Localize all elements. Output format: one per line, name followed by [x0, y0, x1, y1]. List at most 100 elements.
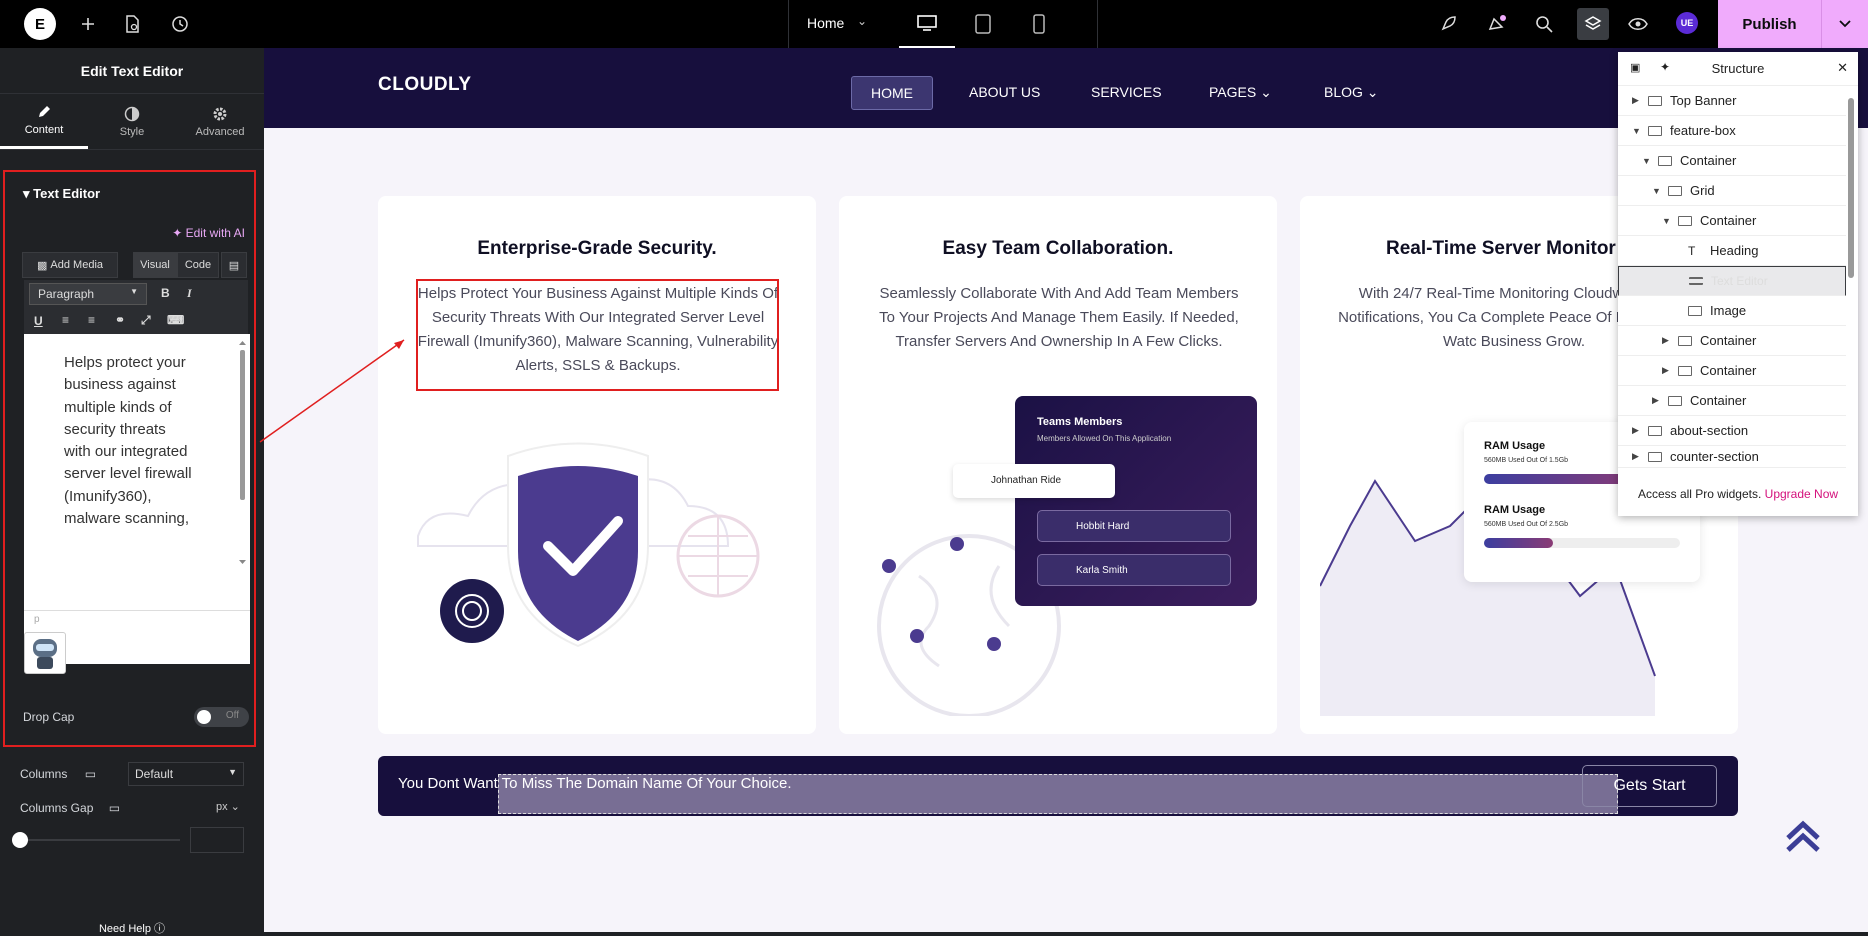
upgrade-link[interactable]: Upgrade Now [1765, 487, 1838, 501]
rocket-icon[interactable] [1436, 12, 1460, 36]
chevron-down-icon: ⌄ [1366, 84, 1379, 100]
member-row[interactable]: Karla Smith [1037, 554, 1231, 586]
tab-advanced[interactable]: Advanced [176, 94, 264, 149]
formatting-toolbar: Paragraph ▼ B I U ≡ ≡ ⚭ ⤢ ⌨ [24, 280, 248, 334]
preview-eye-icon[interactable] [1626, 12, 1650, 36]
tab-style-label: Style [119, 125, 145, 138]
user-avatar-icon[interactable]: UE [1676, 12, 1698, 34]
tablet-view-icon[interactable] [955, 0, 1011, 48]
scroll-to-top-icon[interactable] [1786, 818, 1820, 858]
desktop-view-icon[interactable] [899, 0, 955, 48]
collapse-all-icon[interactable]: ▣ [1630, 61, 1640, 74]
ram-detail: 560MB Used Out Of 2.5Gb [1484, 521, 1569, 528]
text-editor-section: ▾ Text Editor ✦ Edit with AI ▩ Add Media… [3, 170, 256, 747]
structure-layers-icon[interactable] [1577, 8, 1609, 40]
structure-item-label: about-section [1670, 423, 1749, 438]
editor-scrollbar[interactable] [238, 340, 247, 565]
panel-title: Edit Text Editor [0, 48, 264, 94]
paragraph-format-select[interactable]: Paragraph ▼ [29, 283, 147, 305]
gap-slider-handle[interactable] [12, 832, 28, 848]
site-logo[interactable]: CLOUDLY [378, 74, 472, 96]
structure-scrollbar[interactable] [1847, 88, 1855, 474]
toolbar-toggle-icon[interactable]: ▤ [221, 252, 247, 278]
columns-value: Default [135, 767, 174, 781]
member-row[interactable]: Johnathan Ride [953, 464, 1115, 498]
add-icon[interactable] [76, 12, 100, 36]
card-heading[interactable]: Easy Team Collaboration. [839, 238, 1277, 260]
whats-new-icon[interactable] [1485, 12, 1509, 36]
numbered-list-icon[interactable]: ≡ [88, 313, 95, 327]
panel-tabs: Content Style Advanced [0, 94, 264, 150]
history-icon[interactable] [168, 12, 192, 36]
nav-pages[interactable]: PAGES ⌄ [1209, 84, 1272, 101]
add-media-button[interactable]: ▩ Add Media [22, 252, 118, 278]
structure-item[interactable]: ▶ Container [1618, 356, 1846, 386]
structure-item[interactable]: ▶ counter-section [1618, 446, 1846, 468]
visual-tab[interactable]: Visual [133, 252, 177, 278]
card-text[interactable]: Seamlessly Collaborate With And Add Team… [873, 282, 1245, 354]
need-help-label: Need Help [98, 923, 151, 935]
responsive-desktop-icon[interactable]: ▭ [109, 801, 120, 815]
paragraph-format-value: Paragraph [38, 287, 95, 301]
keyboard-icon[interactable]: ⌨ [167, 313, 184, 327]
tab-content[interactable]: Content [0, 94, 88, 149]
need-help-link[interactable]: Need Help ⓘ [0, 920, 264, 936]
nav-about[interactable]: ABOUT US [969, 84, 1040, 100]
columns-select[interactable]: Default ▼ [128, 762, 244, 786]
banner-text[interactable]: You Dont Want To Miss The Domain Name Of… [398, 775, 792, 792]
edit-with-ai-label: Edit with AI [185, 226, 245, 240]
section-title[interactable]: ▾ Text Editor [23, 186, 100, 202]
unit-select[interactable]: px ⌄ [216, 800, 240, 813]
nav-services[interactable]: SERVICES [1091, 84, 1162, 100]
structure-item-selected[interactable]: Text Editor [1618, 266, 1846, 296]
structure-item[interactable]: ▶ Container [1618, 386, 1846, 416]
structure-item[interactable]: ▶ Container [1618, 326, 1846, 356]
structure-item[interactable]: ▼ feature-box [1618, 116, 1846, 146]
structure-item[interactable]: T Heading [1618, 236, 1846, 266]
publish-options-chevron-icon[interactable] [1821, 0, 1868, 48]
gap-slider-track[interactable] [20, 839, 180, 841]
page-settings-icon[interactable] [120, 12, 144, 36]
edit-with-ai-link[interactable]: ✦ Edit with AI [172, 226, 245, 240]
editor-content[interactable]: Helps protect your business against mult… [64, 352, 194, 530]
structure-item[interactable]: ▼ Container [1618, 206, 1846, 236]
responsive-desktop-icon[interactable]: ▭ [85, 767, 96, 781]
link-icon[interactable]: ⚭ [115, 313, 125, 327]
code-tab[interactable]: Code [177, 252, 219, 278]
member-row[interactable]: Hobbit Hard [1037, 510, 1231, 542]
bold-icon[interactable]: B [161, 286, 170, 300]
structure-item[interactable]: ▶ Top Banner [1618, 86, 1846, 116]
underline-icon[interactable]: U [34, 314, 43, 328]
close-icon[interactable]: ✕ [1837, 60, 1848, 76]
robot-avatar-icon[interactable] [24, 632, 66, 674]
italic-icon[interactable]: I [187, 286, 192, 301]
publish-button[interactable]: Publish [1718, 0, 1821, 48]
mobile-view-icon[interactable] [1011, 0, 1067, 48]
ai-sparkle-icon[interactable]: ✦ [1660, 60, 1670, 74]
get-started-button[interactable]: Gets Start [1582, 765, 1717, 807]
toggle-state: Off [225, 710, 239, 721]
structure-item[interactable]: ▼ Grid [1618, 176, 1846, 206]
nav-blog-label: BLOG [1324, 84, 1363, 100]
fullscreen-icon[interactable]: ⤢ [141, 313, 151, 328]
rich-text-editor[interactable]: Helps protect your business against mult… [24, 334, 250, 664]
card-heading[interactable]: Enterprise-Grade Security. [378, 238, 816, 260]
team-title: Teams Members [1037, 416, 1123, 428]
elementor-logo[interactable]: E [24, 8, 56, 40]
bullet-list-icon[interactable]: ≡ [62, 313, 69, 327]
toggle-knob [197, 710, 211, 724]
structure-item[interactable]: Image [1618, 296, 1846, 326]
tab-style[interactable]: Style [88, 94, 176, 149]
unit-value: px [216, 801, 228, 813]
top-bar: E Home ⌄ UE Publish [0, 0, 1868, 48]
drop-cap-toggle[interactable]: Off [194, 707, 249, 727]
annotation-arrow [259, 339, 405, 443]
columns-label: Columns ▭ [20, 767, 96, 781]
structure-item-label: Top Banner [1670, 93, 1737, 108]
nav-home[interactable]: HOME [851, 76, 933, 110]
structure-item[interactable]: ▶ about-section [1618, 416, 1846, 446]
gap-input[interactable] [190, 827, 244, 853]
search-icon[interactable] [1532, 12, 1556, 36]
nav-blog[interactable]: BLOG ⌄ [1324, 84, 1379, 101]
structure-item[interactable]: ▼ Container [1618, 146, 1846, 176]
